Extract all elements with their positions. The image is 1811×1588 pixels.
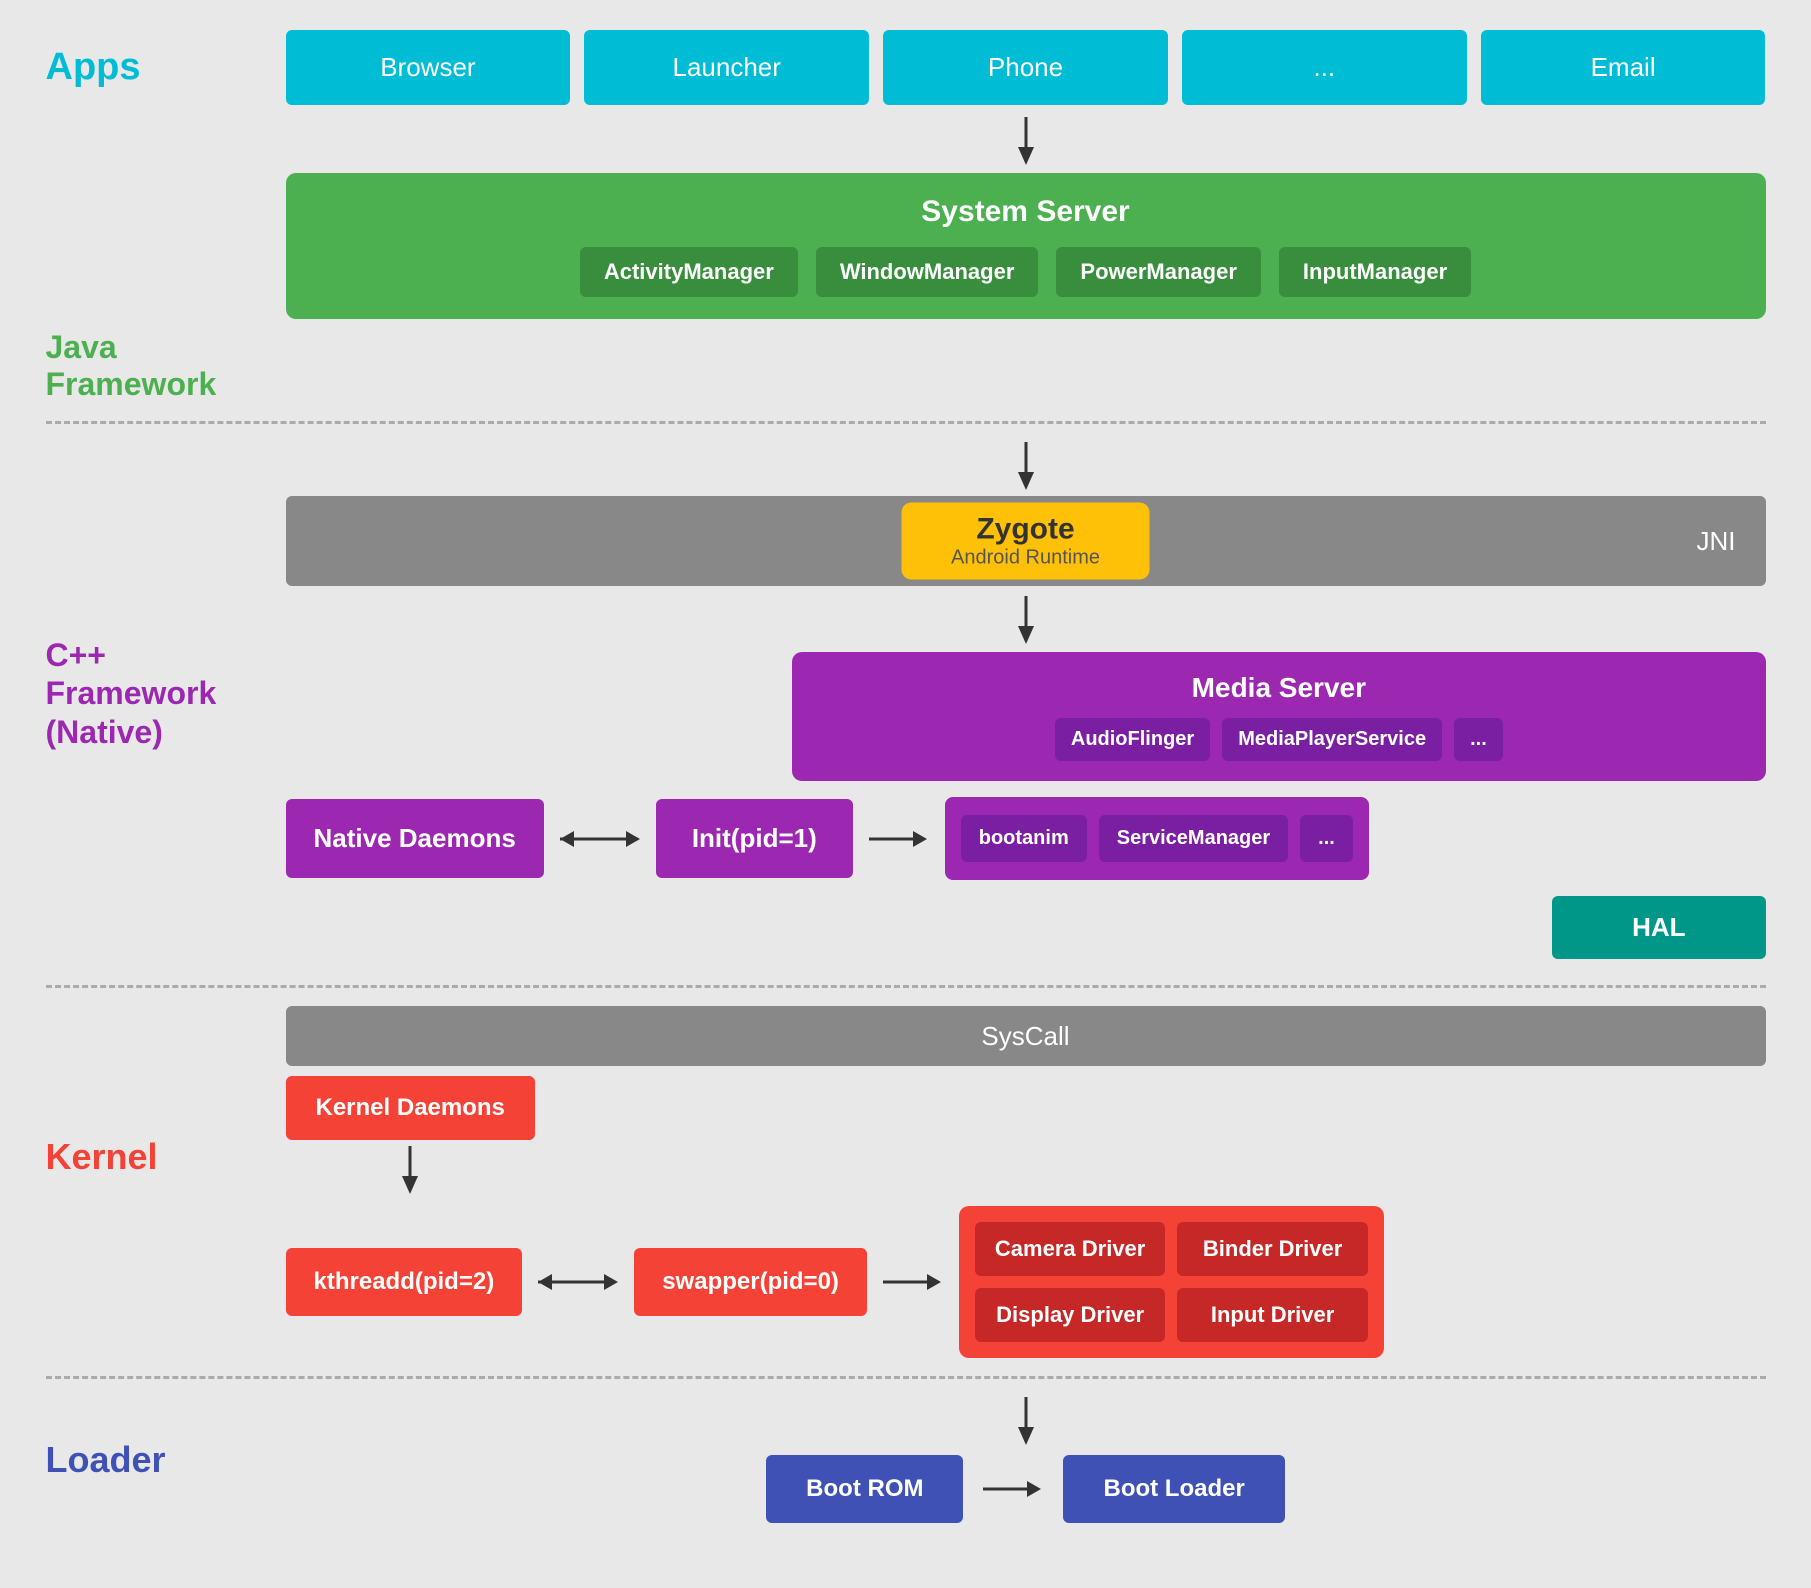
system-server-row: System Server ActivityManager WindowMana… xyxy=(46,173,1766,319)
loader-label: Loader xyxy=(46,1439,166,1480)
kthreadd-box: kthreadd(pid=2) xyxy=(286,1248,523,1316)
system-server-section: System Server ActivityManager WindowMana… xyxy=(286,173,1766,319)
arrow-down-icon-3 xyxy=(1006,596,1046,646)
jni-label: JNI xyxy=(1697,526,1736,557)
loader-layer: Loader Boot ROM Boot Loader xyxy=(46,1397,1766,1523)
apps-boxes: Browser Launcher Phone ... Email xyxy=(286,30,1766,105)
cpp-fw-label: C++ Framework (Native) xyxy=(46,636,286,751)
ms-audio-flinger: AudioFlinger xyxy=(1055,718,1210,761)
kernel-label: Kernel xyxy=(46,1136,158,1177)
camera-driver: Camera Driver xyxy=(975,1222,1165,1276)
media-server-row: Media Server AudioFlinger MediaPlayerSer… xyxy=(286,652,1766,781)
syscall-bar: SysCall xyxy=(286,1006,1766,1066)
binder-driver: Binder Driver xyxy=(1177,1222,1367,1276)
hal-row: HAL xyxy=(286,896,1766,959)
ss-activity-manager: ActivityManager xyxy=(580,247,798,297)
arrow-down-icon xyxy=(1006,117,1046,167)
java-fw-label: Java Framework xyxy=(46,329,217,402)
jni-bar-area: JNI Zygote Android Runtime xyxy=(286,496,1766,586)
kernel-bottom-row: kthreadd(pid=2) swapper(pid=0) Camera Dr… xyxy=(286,1206,1766,1358)
zygote-subtitle: Android Runtime xyxy=(951,547,1100,570)
media-server-title: Media Server xyxy=(816,672,1741,704)
divider-2 xyxy=(46,985,1766,988)
app-browser: Browser xyxy=(286,30,571,105)
kernel-daemons-col: Kernel Daemons xyxy=(286,1076,535,1196)
swapper-box: swapper(pid=0) xyxy=(634,1248,867,1316)
arrow-ss-to-zygote xyxy=(46,442,1766,492)
init-row: Native Daemons Init(pid=1) bootanim xyxy=(286,797,1766,880)
arrow-down-icon-loader xyxy=(1006,1397,1046,1447)
zygote-title: Zygote xyxy=(951,513,1100,547)
ms-ellipsis: ... xyxy=(1454,718,1503,761)
ms-media-player: MediaPlayerService xyxy=(1222,718,1442,761)
media-server-box: Media Server AudioFlinger MediaPlayerSer… xyxy=(792,652,1765,781)
kernel-top-row: Kernel Daemons xyxy=(286,1076,1766,1196)
system-server-box: System Server ActivityManager WindowMana… xyxy=(286,173,1766,319)
drivers-grid: Camera Driver Binder Driver Display Driv… xyxy=(959,1206,1384,1358)
input-driver: Input Driver xyxy=(1177,1288,1367,1342)
init-bootanim: bootanim xyxy=(961,815,1087,862)
display-driver: Display Driver xyxy=(975,1288,1165,1342)
native-daemons-box: Native Daemons xyxy=(286,799,544,878)
app-launcher: Launcher xyxy=(584,30,869,105)
kernel-daemons-box: Kernel Daemons xyxy=(286,1076,535,1140)
zygote-box: Zygote Android Runtime xyxy=(901,503,1150,580)
loader-boxes: Boot ROM Boot Loader xyxy=(286,1455,1766,1523)
arrow-right-swapper xyxy=(883,1264,943,1300)
ss-input-manager: InputManager xyxy=(1279,247,1471,297)
init-service-manager: ServiceManager xyxy=(1099,815,1288,862)
media-server-section: Media Server AudioFlinger MediaPlayerSer… xyxy=(792,652,1765,781)
boot-rom-box: Boot ROM xyxy=(766,1455,963,1523)
apps-label: Apps xyxy=(46,46,286,89)
app-email: Email xyxy=(1481,30,1766,105)
ss-window-manager: WindowManager xyxy=(816,247,1039,297)
init-ellipsis: ... xyxy=(1300,815,1353,862)
init-box: Init(pid=1) xyxy=(656,799,853,878)
boot-loader-box: Boot Loader xyxy=(1063,1455,1284,1523)
arrow-down-kernel-daemons xyxy=(390,1146,430,1196)
java-fw-label-row: Java Framework xyxy=(46,329,1766,403)
arrow-boot-rom-to-loader xyxy=(983,1471,1043,1507)
media-server-items: AudioFlinger MediaPlayerService ... xyxy=(816,718,1741,761)
syscall-row: SysCall xyxy=(46,1006,1766,1066)
loader-content: Boot ROM Boot Loader xyxy=(286,1397,1766,1523)
arrow-down-icon-2 xyxy=(1006,442,1046,492)
kernel-layer: Kernel Kernel Daemons kthreadd(pid=2) xyxy=(46,1076,1766,1358)
kernel-content: Kernel Daemons kthreadd(pid=2) xyxy=(286,1076,1766,1358)
hal-box: HAL xyxy=(1552,896,1765,959)
ss-power-manager: PowerManager xyxy=(1056,247,1261,297)
zygote-jni-section: JNI Zygote Android Runtime xyxy=(46,496,1766,586)
bidir-arrow-native-init xyxy=(560,821,640,857)
arrow-right-init xyxy=(869,821,929,857)
arrow-apps-to-ss xyxy=(46,117,1766,167)
system-server-title: System Server xyxy=(316,195,1736,229)
init-right-box: bootanim ServiceManager ... xyxy=(945,797,1369,880)
divider-3 xyxy=(46,1376,1766,1379)
syscall-label: SysCall xyxy=(981,1021,1069,1052)
app-ellipsis: ... xyxy=(1182,30,1467,105)
arrow-zygote-to-init xyxy=(286,596,1766,646)
diagram: Apps Browser Launcher Phone ... Email S xyxy=(46,30,1766,1523)
cpp-content: Media Server AudioFlinger MediaPlayerSer… xyxy=(286,596,1766,967)
arrow-swapper-to-loader xyxy=(286,1397,1766,1447)
syscall-bar-inner: SysCall xyxy=(286,1006,1766,1066)
system-server-items: ActivityManager WindowManager PowerManag… xyxy=(316,247,1736,297)
divider-1 xyxy=(46,421,1766,424)
cpp-fw-row: C++ Framework (Native) Media Server xyxy=(46,596,1766,967)
apps-layer: Apps Browser Launcher Phone ... Email xyxy=(46,30,1766,105)
apps-content: Browser Launcher Phone ... Email xyxy=(286,30,1766,105)
bidir-arrow-kernel xyxy=(538,1264,618,1300)
app-phone: Phone xyxy=(883,30,1168,105)
